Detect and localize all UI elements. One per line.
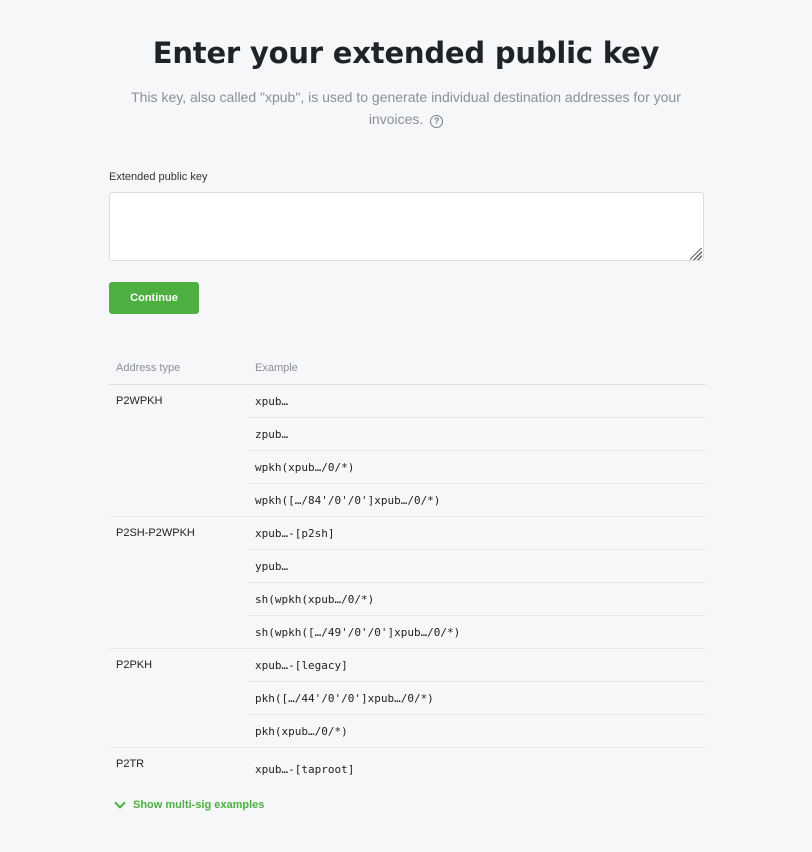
example-cell: xpub…: [248, 384, 706, 418]
table-row: P2WPKH xpub…: [109, 384, 706, 517]
example-cell: zpub…: [248, 417, 706, 451]
example-cell: sh(wpkh(xpub…/0/*): [248, 582, 706, 616]
chevron-down-icon: [114, 797, 126, 809]
table-header-row: Address type Example: [109, 352, 706, 385]
example-cell: xpub…-[taproot]: [248, 747, 706, 790]
xpub-input[interactable]: [109, 192, 704, 261]
example-cell: xpub…-[legacy]: [248, 648, 706, 682]
resize-handle-icon[interactable]: [690, 248, 702, 260]
address-type-cell: P2WPKH: [109, 384, 248, 517]
column-header-address-type: Address type: [109, 352, 248, 385]
question-circle-icon[interactable]: ?: [430, 115, 444, 128]
page: Enter your extended public key This key,…: [0, 0, 812, 852]
address-type-cell: P2PKH: [109, 648, 248, 748]
example-cell: ypub…: [248, 549, 706, 583]
continue-button[interactable]: Continue: [109, 282, 199, 314]
show-multisig-label: Show multi-sig examples: [133, 799, 265, 811]
address-type-table: Address type Example P2WPKH xpub… zpub… …: [109, 352, 706, 790]
example-cell: pkh([…/44'/0'/0']xpub…/0/*): [248, 681, 706, 715]
example-cell: xpub…-[p2sh]: [248, 516, 706, 550]
example-cell: wpkh([…/84'/0'/0']xpub…/0/*): [248, 483, 706, 517]
subtitle-text: This key, also called "xpub", is used to…: [131, 89, 681, 127]
table-row: P2PKH xpub…-[legacy]: [109, 648, 706, 748]
page-subtitle: This key, also called "xpub", is used to…: [120, 86, 692, 130]
show-multisig-toggle[interactable]: Show multi-sig examples: [114, 797, 265, 811]
example-cell: wpkh(xpub…/0/*): [248, 450, 706, 484]
page-title: Enter your extended public key: [152, 36, 660, 70]
address-type-cell: P2TR: [109, 747, 248, 790]
table-row: P2TR xpub…-[taproot]: [109, 747, 706, 790]
xpub-field-label: Extended public key: [109, 171, 208, 183]
column-header-example: Example: [248, 352, 706, 385]
example-cell: sh(wpkh([…/49'/0'/0']xpub…/0/*): [248, 615, 706, 649]
address-type-cell: P2SH-P2WPKH: [109, 516, 248, 649]
table-row: P2SH-P2WPKH xpub…-[p2sh]: [109, 516, 706, 649]
example-cell: pkh(xpub…/0/*): [248, 714, 706, 748]
